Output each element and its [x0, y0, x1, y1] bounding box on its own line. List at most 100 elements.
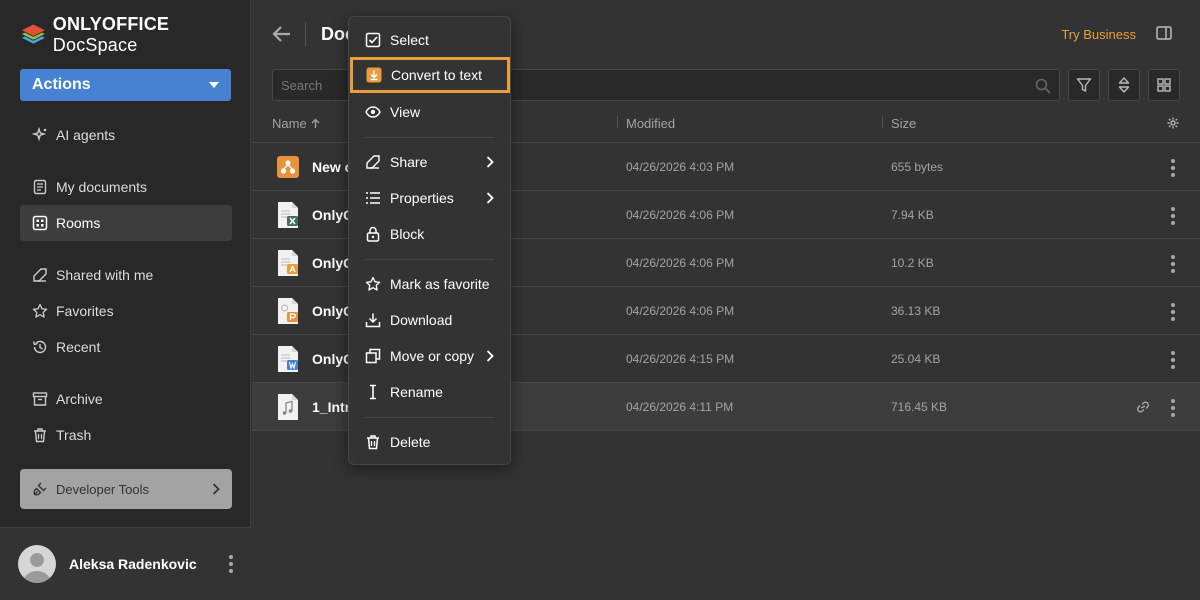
search-icon[interactable]: [1035, 78, 1051, 94]
file-modified: 04/26/2026 4:03 PM: [626, 160, 735, 174]
sidebar-item-shared-with-me[interactable]: Shared with me: [20, 257, 232, 293]
eye-icon: [365, 106, 381, 118]
archive-icon: [32, 392, 48, 406]
actions-button[interactable]: Actions: [20, 69, 231, 101]
column-divider[interactable]: [882, 116, 883, 128]
file-modified: 04/26/2026 4:06 PM: [626, 208, 735, 222]
sort-icon: [1118, 77, 1130, 93]
user-avatar-icon: [23, 553, 51, 583]
file-size: 10.2 KB: [891, 256, 934, 270]
sidebar-item-label: Recent: [56, 339, 101, 355]
file-name: New c: [312, 159, 353, 175]
sort-button[interactable]: [1108, 69, 1140, 101]
sidebar-item-ai-agents[interactable]: AI agents: [20, 117, 232, 153]
file-modified: 04/26/2026 4:15 PM: [626, 352, 735, 366]
audio-file-icon: [278, 394, 298, 420]
avatar[interactable]: [18, 545, 56, 583]
menu-item-label: Share: [390, 154, 428, 170]
sidebar-item-archive[interactable]: Archive: [20, 381, 232, 417]
sidebar-item-label: Favorites: [56, 303, 114, 319]
sidebar-item-label: Shared with me: [56, 267, 154, 283]
form-icon: [277, 156, 299, 178]
menu-item-label: Block: [390, 226, 425, 242]
star-icon: [32, 303, 48, 318]
sidebar-item-rooms[interactable]: Rooms: [20, 205, 232, 241]
menu-item-label: Select: [390, 32, 429, 48]
filter-button[interactable]: [1068, 69, 1100, 101]
try-business-link[interactable]: Try Business: [1061, 27, 1136, 42]
menu-divider: [365, 417, 494, 418]
shared-icon: [33, 268, 47, 282]
developer-tools-label: Developer Tools: [56, 481, 149, 497]
menu-item-label: Delete: [390, 434, 431, 450]
menu-item-label: Move or copy: [390, 348, 475, 364]
share-icon: [366, 155, 380, 169]
menu-divider: [365, 259, 494, 260]
file-modified: 04/26/2026 4:11 PM: [626, 400, 734, 414]
menu-item-share[interactable]: Share: [349, 144, 510, 180]
column-label: Name: [272, 115, 307, 131]
menu-item-label: Properties: [390, 190, 454, 206]
info-panel-icon[interactable]: [1156, 26, 1172, 40]
sidebar-item-favorites[interactable]: Favorites: [20, 293, 232, 329]
app-logo[interactable]: ONLYOFFICE DocSpace: [20, 14, 250, 55]
chevron-right-icon: [486, 192, 494, 204]
file-size: 655 bytes: [891, 160, 944, 174]
pdf-icon: [278, 250, 298, 276]
sidebar-item-label: AI agents: [56, 127, 116, 143]
view-toggle-button[interactable]: [1148, 69, 1180, 101]
sidebar-item-recent[interactable]: Recent: [20, 329, 232, 365]
developer-tools-button[interactable]: Developer Tools: [20, 469, 232, 509]
arrow-left-icon[interactable]: [272, 24, 292, 44]
row-menu-icon[interactable]: [1171, 399, 1175, 417]
word-document-icon: [278, 346, 298, 372]
row-menu-icon[interactable]: [1171, 255, 1175, 273]
sidebar-item-my-documents[interactable]: My documents: [20, 169, 232, 205]
menu-item-convert-to-text[interactable]: Convert to text: [350, 57, 510, 93]
checkbox-icon: [365, 32, 381, 48]
file-size: 36.13 KB: [891, 304, 941, 318]
convert-download-icon: [366, 67, 382, 83]
document-icon: [33, 179, 47, 195]
spreadsheet-icon: [278, 202, 298, 228]
filter-icon: [1076, 78, 1092, 92]
row-menu-icon[interactable]: [1171, 207, 1175, 225]
row-menu-icon[interactable]: [1171, 303, 1175, 321]
column-header-name[interactable]: Name: [272, 114, 320, 132]
trash-icon: [367, 435, 379, 450]
menu-item-properties[interactable]: Properties: [349, 180, 510, 216]
plug-icon: [33, 482, 47, 496]
column-header-modified[interactable]: Modified: [626, 114, 675, 132]
actions-label: Actions: [32, 76, 91, 93]
menu-item-delete[interactable]: Delete: [349, 424, 510, 460]
menu-item-select[interactable]: Select: [349, 22, 510, 58]
column-settings-gear-icon[interactable]: [1167, 117, 1179, 129]
file-size: 25.04 KB: [891, 352, 941, 366]
user-name: Aleksa Radenkovic: [69, 556, 197, 572]
menu-item-mark-as-favorite[interactable]: Mark as favorite: [349, 266, 510, 302]
row-menu-icon[interactable]: [1171, 351, 1175, 369]
caret-down-icon: [209, 82, 219, 88]
star-icon: [365, 276, 381, 291]
profile-menu-icon[interactable]: [229, 555, 233, 573]
menu-item-view[interactable]: View: [349, 94, 510, 130]
file-modified: 04/26/2026 4:06 PM: [626, 304, 735, 318]
menu-item-move-or-copy[interactable]: Move or copy: [349, 338, 510, 374]
rooms-icon: [32, 215, 48, 231]
sidebar: ONLYOFFICE DocSpace Actions AI agents My…: [0, 0, 251, 600]
menu-item-rename[interactable]: Rename: [349, 374, 510, 410]
app-name: ONLYOFFICE DocSpace: [52, 14, 170, 55]
column-divider[interactable]: [617, 116, 618, 128]
menu-item-block[interactable]: Block: [349, 216, 510, 252]
file-name: 1_Intr: [312, 399, 351, 415]
sidebar-item-label: My documents: [56, 179, 148, 195]
menu-item-download[interactable]: Download: [349, 302, 510, 338]
row-menu-icon[interactable]: [1171, 159, 1175, 177]
list-icon: [366, 192, 380, 204]
download-icon: [365, 313, 381, 328]
menu-item-label: Rename: [390, 384, 443, 400]
column-header-size[interactable]: Size: [891, 114, 916, 132]
link-icon[interactable]: [1136, 401, 1150, 413]
sidebar-item-trash[interactable]: Trash: [20, 417, 232, 453]
ai-agents-icon: [32, 127, 47, 142]
